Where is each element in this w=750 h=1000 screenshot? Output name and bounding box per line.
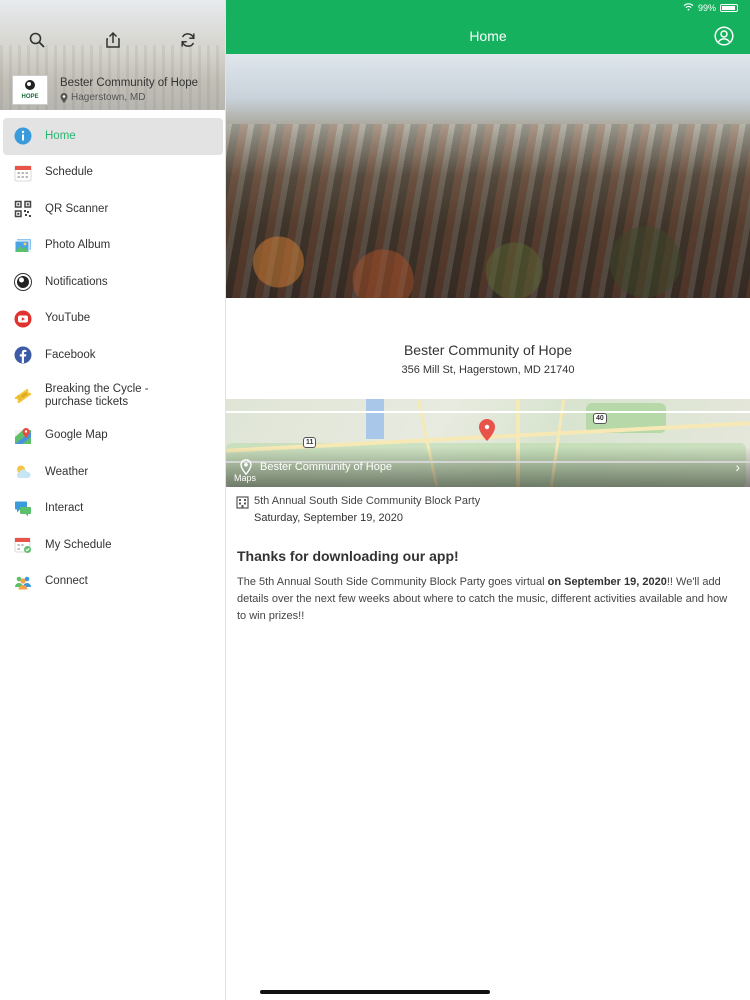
sidebar-org: HOPE Bester Community of Hope Hagerstown… bbox=[12, 75, 198, 105]
hero-image bbox=[226, 54, 750, 298]
welcome-section: Thanks for downloading our app! The 5th … bbox=[226, 548, 750, 625]
photo-album-icon bbox=[14, 237, 32, 255]
calendar-icon bbox=[14, 164, 32, 182]
profile-icon[interactable] bbox=[714, 26, 734, 46]
building-icon bbox=[236, 496, 249, 509]
org-address: 356 Mill St, Hagerstown, MD 21740 bbox=[401, 364, 575, 376]
sidebar-org-location: Hagerstown, MD bbox=[60, 92, 198, 103]
sidebar-item-connect[interactable]: Connect bbox=[3, 564, 223, 601]
sidebar-org-name: Bester Community of Hope bbox=[60, 77, 199, 89]
battery-icon bbox=[720, 4, 738, 12]
sidebar-item-photo-album[interactable]: Photo Album bbox=[3, 228, 223, 265]
main-content: 99% Home Bester Community of Hope 356 Mi… bbox=[226, 0, 750, 1000]
sidebar-item-facebook[interactable]: Facebook bbox=[3, 337, 223, 374]
map-icon bbox=[14, 427, 32, 445]
org-info: Bester Community of Hope 356 Mill St, Ha… bbox=[226, 342, 750, 376]
qr-code-icon bbox=[14, 200, 32, 218]
event-info[interactable]: 5th Annual South Side Community Block Pa… bbox=[226, 495, 750, 524]
home-indicator[interactable] bbox=[260, 990, 490, 994]
chat-icon bbox=[14, 500, 32, 518]
map-preview[interactable]: 11 40 Bester Community of Hope Maps › bbox=[226, 399, 750, 487]
page-title: Home bbox=[469, 28, 507, 44]
chevron-right-icon: › bbox=[735, 459, 740, 475]
sidebar-item-my-schedule[interactable]: My Schedule bbox=[3, 527, 223, 564]
sidebar-item-weather[interactable]: Weather bbox=[3, 454, 223, 491]
sidebar-item-google-map[interactable]: Google Map bbox=[3, 418, 223, 455]
route-shield: 40 bbox=[593, 413, 607, 424]
sidebar-item-qr-scanner[interactable]: QR Scanner bbox=[3, 191, 223, 228]
status-bar: 99% bbox=[683, 3, 738, 13]
info-icon bbox=[14, 127, 32, 145]
sidebar-item-home[interactable]: Home bbox=[3, 118, 223, 155]
top-bar: 99% Home bbox=[226, 0, 750, 54]
sidebar-item-notifications[interactable]: Notifications bbox=[3, 264, 223, 301]
maps-attribution: Maps bbox=[234, 473, 257, 483]
notifications-icon bbox=[14, 273, 32, 292]
welcome-body: The 5th Annual South Side Community Bloc… bbox=[237, 576, 728, 622]
map-location-label: Bester Community of Hope bbox=[240, 459, 392, 475]
location-pin-icon bbox=[60, 92, 68, 103]
sidebar-header: HOPE Bester Community of Hope Hagerstown… bbox=[0, 0, 225, 110]
sidebar-toolbar bbox=[0, 28, 225, 54]
map-pin-icon bbox=[479, 419, 495, 441]
sidebar-menu: Home Schedule QR Scanner Photo Album Not… bbox=[0, 118, 226, 600]
event-date: Saturday, September 19, 2020 bbox=[254, 512, 404, 524]
ticket-icon bbox=[14, 387, 32, 405]
share-icon[interactable] bbox=[101, 28, 125, 52]
weather-icon bbox=[14, 463, 32, 481]
refresh-icon[interactable] bbox=[176, 28, 200, 52]
wifi-icon bbox=[683, 3, 694, 13]
org-title: Bester Community of Hope bbox=[403, 342, 573, 358]
people-icon bbox=[14, 573, 32, 591]
sidebar-item-schedule[interactable]: Schedule bbox=[3, 155, 223, 192]
sidebar: HOPE Bester Community of Hope Hagerstown… bbox=[0, 0, 226, 1000]
org-logo: HOPE bbox=[12, 75, 48, 105]
battery-percent: 99% bbox=[697, 3, 716, 13]
welcome-title: Thanks for downloading our app! bbox=[237, 548, 459, 564]
search-icon[interactable] bbox=[25, 28, 49, 52]
sidebar-item-youtube[interactable]: YouTube bbox=[3, 301, 223, 338]
facebook-icon bbox=[14, 346, 32, 364]
sidebar-item-breaking-the-cycle[interactable]: Breaking the Cycle - purchase tickets bbox=[3, 374, 223, 418]
sidebar-item-interact[interactable]: Interact bbox=[3, 491, 223, 528]
youtube-icon bbox=[14, 310, 32, 328]
event-title: 5th Annual South Side Community Block Pa… bbox=[254, 495, 481, 507]
my-schedule-icon bbox=[14, 536, 32, 554]
